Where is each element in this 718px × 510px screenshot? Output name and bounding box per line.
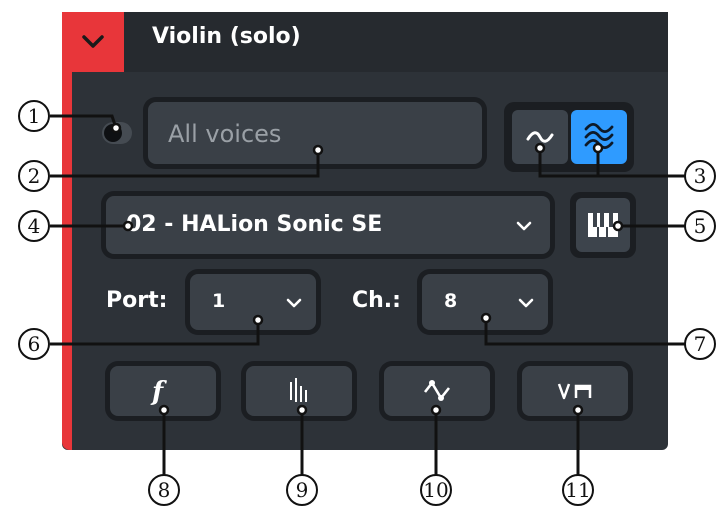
callout-3: 3 (684, 160, 716, 192)
callout-1: 1 (18, 100, 50, 132)
callout-6: 6 (18, 328, 50, 360)
callout-11: 11 (562, 474, 594, 506)
callout-10: 10 (420, 474, 452, 506)
callout-2: 2 (18, 160, 50, 192)
callout-7: 7 (684, 328, 716, 360)
callout-4: 4 (18, 210, 50, 242)
callout-5: 5 (684, 210, 716, 242)
callout-8: 8 (148, 474, 180, 506)
callout-9: 9 (286, 474, 318, 506)
callout-leader-lines (50, 114, 690, 476)
